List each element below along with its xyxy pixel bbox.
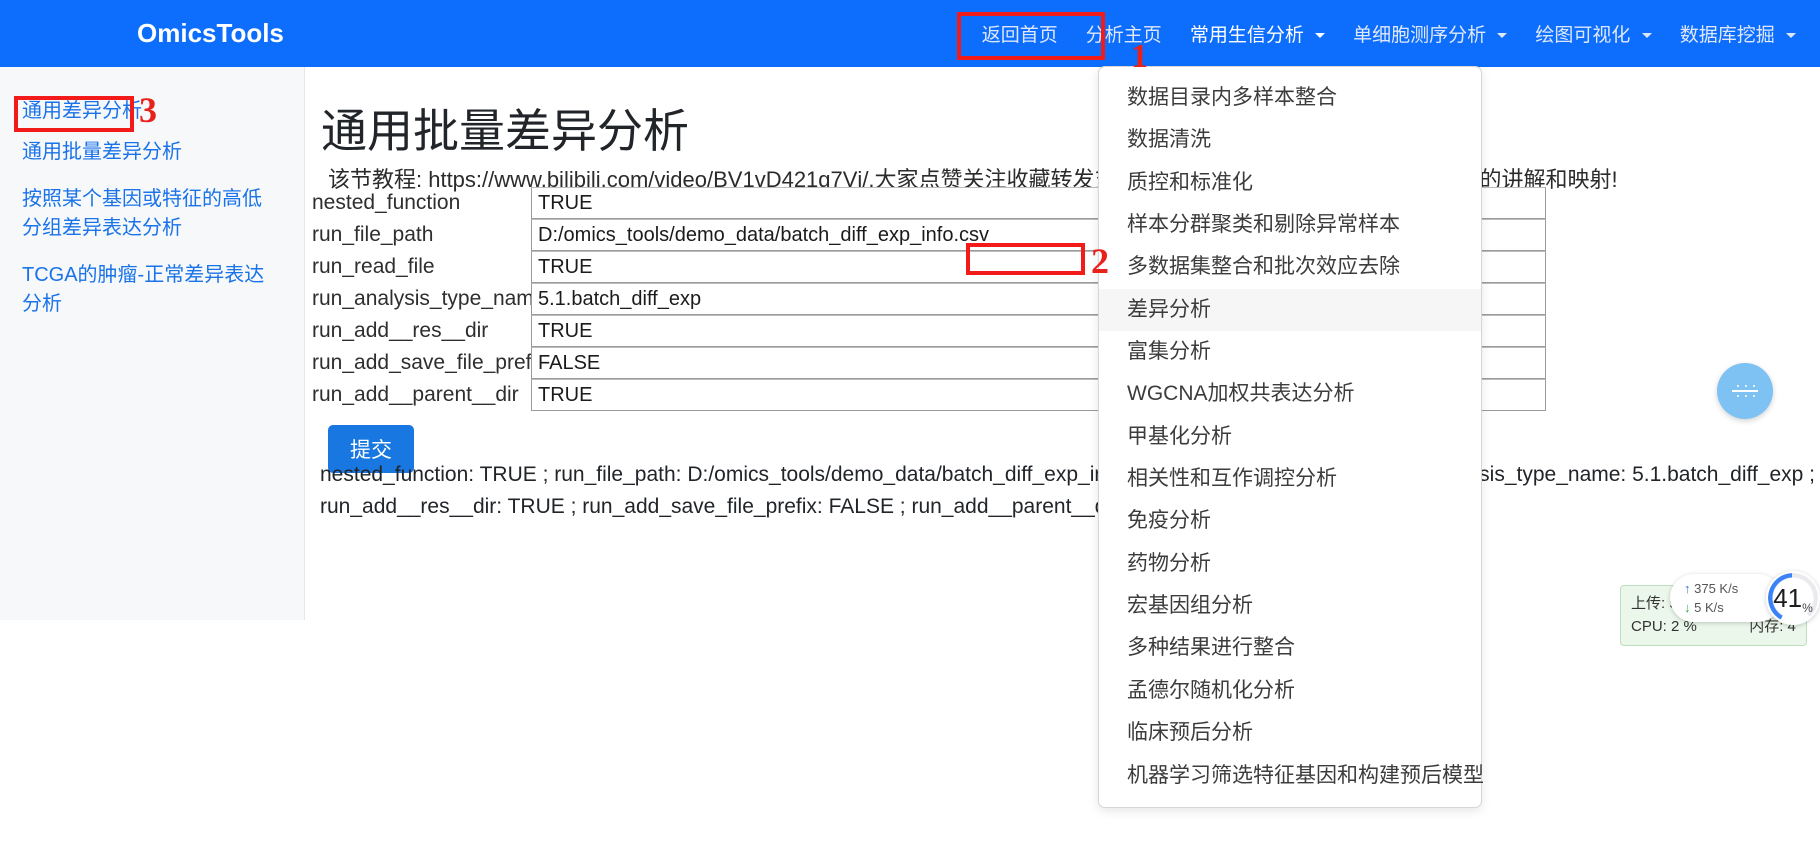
download-speed-value: 5 K/s [1694, 600, 1724, 615]
upload-speed-value: 375 K/s [1694, 580, 1739, 596]
nav-item-analysis-home-label: 分析主页 [1085, 25, 1162, 46]
dropdown-item-11[interactable]: 药物分析 [1099, 543, 1481, 585]
page-title: 通用批量差异分析 [321, 105, 689, 157]
dropdown-item-6[interactable]: 富集分析 [1099, 331, 1481, 373]
dropdown-item-2[interactable]: 质控和标准化 [1099, 162, 1481, 204]
parameters-form: nested_function run_file_path run_read_f… [306, 187, 1806, 473]
chevron-down-icon [1641, 33, 1652, 39]
download-arrow-icon: ↓ [1684, 600, 1691, 615]
label-run-read-file: run_read_file [312, 255, 435, 278]
dropdown-item-16[interactable]: 机器学习筛选特征基因和构建预后模型 [1099, 755, 1484, 797]
sidebar-item-tcga-tumor-normal[interactable]: TCGA的肿瘤-正常差异表达分析 [22, 261, 277, 319]
nav-item-analysis-home[interactable]: 分析主页 [1072, 12, 1176, 55]
label-run-add-save-file-prefix: run_add_save_file_prefix [312, 351, 547, 374]
nav-item-single-cell[interactable]: 单细胞测序分析 [1339, 12, 1521, 55]
form-row-run-add-res-dir: run_add__res__dir [306, 315, 1806, 347]
nav-links: 返回首页 分析主页 常用生信分析 单细胞测序分析 绘图可视化 数据库挖掘 [968, 0, 1810, 67]
dropdown-item-8[interactable]: 甲基化分析 [1099, 416, 1481, 458]
dropdown-item-7[interactable]: WGCNA加权共表达分析 [1099, 373, 1481, 415]
label-run-add-parent-dir: run_add__parent__dir [312, 383, 519, 406]
label-run-file-path: run_file_path [312, 223, 434, 246]
dropdown-item-1[interactable]: 数据清洗 [1099, 119, 1481, 161]
nav-item-plot-viz[interactable]: 绘图可视化 [1521, 12, 1665, 55]
form-row-run-add-parent-dir: run_add__parent__dir [306, 379, 1806, 411]
floating-assistant-ball[interactable] [1717, 363, 1773, 419]
main-content: 通用批量差异分析 该节教程: https://www.bilibili.com/… [306, 67, 1820, 846]
gauge-value: 41 [1773, 582, 1803, 613]
common-bioinfo-dropdown-menu: 数据目录内多样本整合 数据清洗 质控和标准化 样本分群聚类和剔除异常样本 多数据… [1098, 66, 1484, 808]
dropdown-item-12[interactable]: 宏基因组分析 [1099, 585, 1481, 627]
dropdown-item-13[interactable]: 多种结果进行整合 [1099, 627, 1481, 669]
nav-item-plot-viz-label: 绘图可视化 [1535, 25, 1631, 46]
nav-item-database-mining[interactable]: 数据库挖掘 [1666, 12, 1810, 55]
nav-item-common-bioinfo-label: 常用生信分析 [1189, 25, 1304, 46]
page-root: OmicsTools 返回首页 分析主页 常用生信分析 单细胞测序分析 绘图可视… [0, 0, 1820, 846]
sidebar-item-gene-group-diff[interactable]: 按照某个基因或特征的高低分组差异表达分析 [22, 185, 277, 243]
form-row-run-analysis-type-name: run_analysis_type_name [306, 283, 1806, 315]
dropdown-item-15[interactable]: 临床预后分析 [1099, 712, 1481, 754]
sidebar-item-batch-diff[interactable]: 通用批量差异分析 [22, 138, 277, 167]
chevron-down-icon [1315, 33, 1326, 39]
form-row-nested-function: nested_function [306, 187, 1806, 219]
dropdown-item-4[interactable]: 多数据集整合和批次效应去除 [1099, 246, 1481, 288]
left-sidebar: 通用差异分析 通用批量差异分析 按照某个基因或特征的高低分组差异表达分析 TCG… [0, 67, 305, 620]
download-speed-row: ↓ 5 K/s [1684, 598, 1738, 618]
dropdown-item-9[interactable]: 相关性和互作调控分析 [1099, 458, 1481, 500]
label-run-analysis-type-name: run_analysis_type_name [312, 287, 546, 310]
form-row-run-add-save-file-prefix: run_add_save_file_prefix [306, 347, 1806, 379]
upload-arrow-icon: ↑ [1684, 580, 1691, 596]
label-run-add-res-dir: run_add__res__dir [312, 319, 489, 342]
upload-speed-row: ↑ 375 K/s [1684, 579, 1738, 599]
assistant-dots-icon [1732, 383, 1758, 399]
dropdown-item-3[interactable]: 样本分群聚类和剔除异常样本 [1099, 204, 1481, 246]
nav-item-home[interactable]: 返回首页 [968, 12, 1072, 55]
nav-item-database-mining-label: 数据库挖掘 [1679, 25, 1775, 46]
parameter-echo-output: nested_function: TRUE ; run_file_path: D… [320, 459, 1820, 522]
nav-item-home-label: 返回首页 [981, 25, 1058, 46]
network-monitor-widget[interactable]: ↑ 375 K/s ↓ 5 K/s 41 % [1670, 571, 1820, 625]
echo-line-1: nested_function: TRUE ; run_file_path: D… [320, 463, 1816, 486]
form-row-run-file-path: run_file_path [306, 219, 1806, 251]
assistant-glyph-icon [1732, 385, 1758, 397]
top-navbar: OmicsTools 返回首页 分析主页 常用生信分析 单细胞测序分析 绘图可视… [0, 0, 1820, 67]
chevron-down-icon [1497, 33, 1508, 39]
nav-item-single-cell-label: 单细胞测序分析 [1353, 25, 1487, 46]
dropdown-item-0[interactable]: 数据目录内多样本整合 [1099, 77, 1481, 119]
label-nested-function: nested_function [312, 191, 461, 214]
dropdown-item-10[interactable]: 免疫分析 [1099, 500, 1481, 542]
gauge-unit: % [1802, 601, 1813, 615]
chevron-down-icon [1786, 33, 1796, 39]
form-row-run-read-file: run_read_file [306, 251, 1806, 283]
dropdown-item-diff-analysis[interactable]: 差异分析 [1099, 288, 1481, 332]
brand-logo[interactable]: OmicsTools [137, 18, 284, 49]
sidebar-item-general-diff[interactable]: 通用差异分析 [22, 97, 277, 126]
cpu-gauge[interactable]: 41 % [1766, 571, 1820, 625]
nav-item-common-bioinfo[interactable]: 常用生信分析 [1176, 12, 1339, 55]
echo-line-2: run_add__res__dir: TRUE ; run_add_save_f… [320, 494, 1199, 518]
dropdown-item-14[interactable]: 孟德尔随机化分析 [1099, 670, 1481, 712]
